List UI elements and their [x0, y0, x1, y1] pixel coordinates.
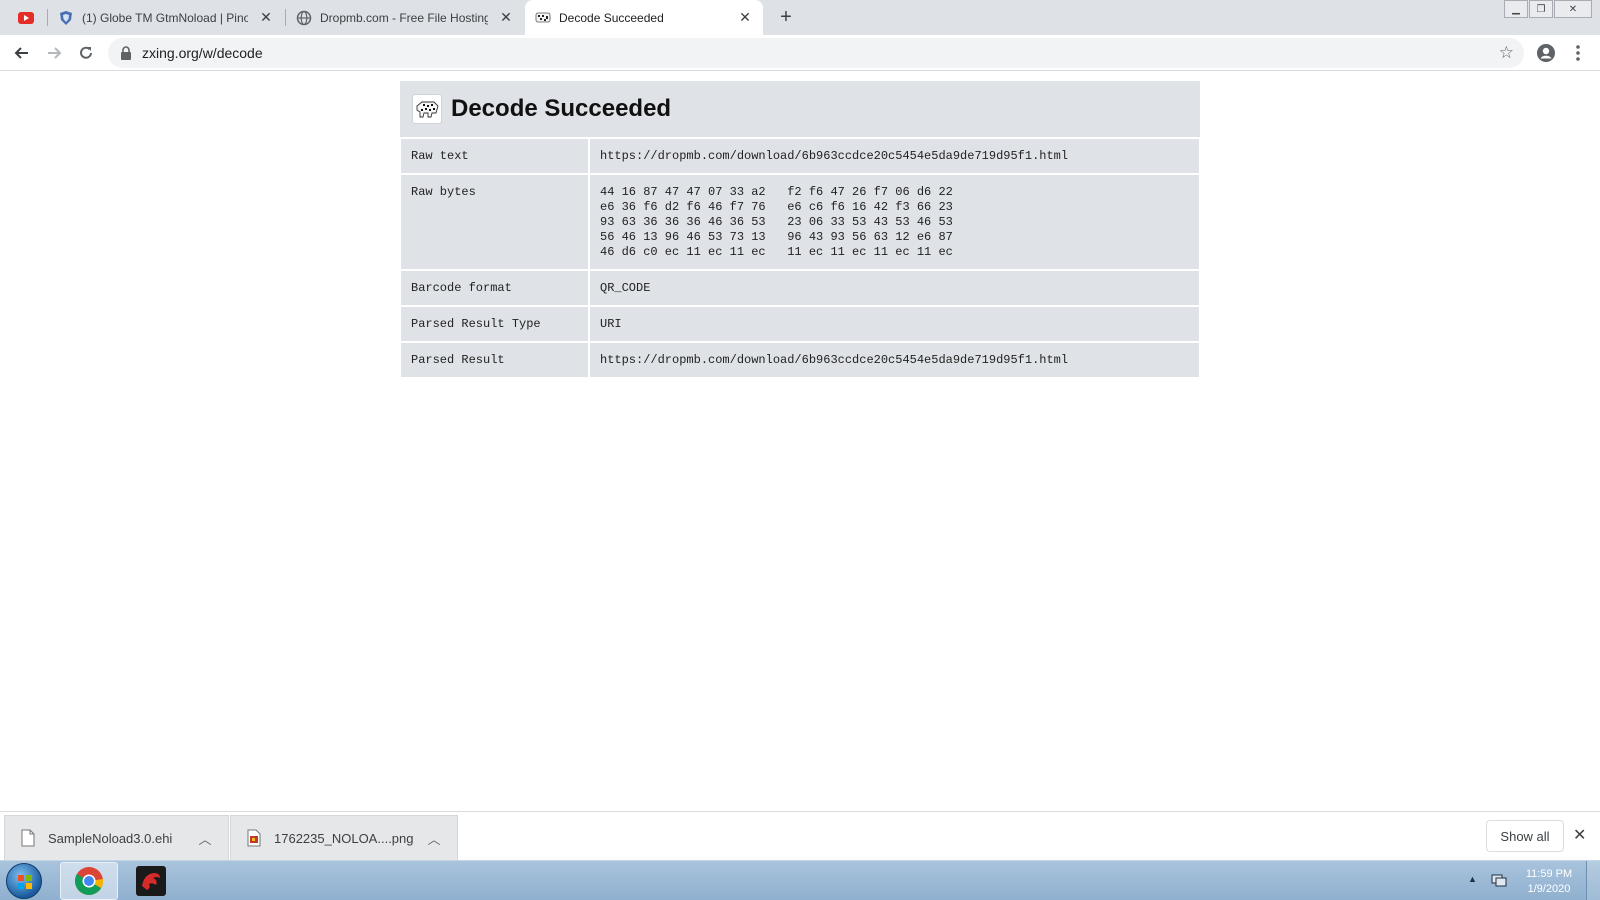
row-value: 44 16 87 47 47 07 33 a2 f2 f6 47 26 f7 0… — [590, 175, 1199, 269]
table-row: Raw bytes 44 16 87 47 47 07 33 a2 f2 f6 … — [401, 175, 1199, 269]
table-row: Raw text https://dropmb.com/download/6b9… — [401, 139, 1199, 173]
table-row: Parsed Result Type URI — [401, 307, 1199, 341]
tab-globe-tm[interactable]: (1) Globe TM GtmNoload | Pinoy ✕ — [48, 0, 284, 35]
row-label: Barcode format — [401, 271, 588, 305]
new-tab-button[interactable]: + — [775, 6, 797, 28]
download-item[interactable]: SampleNoload3.0.ehi ︿ — [4, 815, 229, 861]
windows-logo-icon — [18, 875, 32, 889]
close-shelf-icon[interactable]: ✕ — [1573, 825, 1586, 845]
forward-arrow-icon — [48, 47, 62, 59]
taskbar-chrome[interactable] — [60, 862, 118, 900]
tray-expand-icon[interactable]: ▲ — [1468, 874, 1477, 884]
windows-taskbar: ▲ 11:59 PM 1/9/2020 — [0, 860, 1600, 900]
row-label: Raw text — [401, 139, 588, 173]
row-value: https://dropmb.com/download/6b963ccdce20… — [590, 139, 1199, 173]
show-desktop-button[interactable] — [1586, 861, 1600, 900]
chevron-up-icon[interactable]: ︿ — [196, 829, 214, 848]
clock-time: 11:59 PM — [1525, 868, 1573, 880]
tab-title: (1) Globe TM GtmNoload | Pinoy — [82, 10, 248, 25]
reload-icon — [80, 46, 92, 59]
browser-toolbar: zxing.org/w/decode ☆ — [0, 35, 1600, 71]
profile-button[interactable] — [1534, 41, 1558, 65]
result-table: Raw text https://dropmb.com/download/6b9… — [399, 137, 1201, 379]
tab-title: Decode Succeeded — [559, 10, 664, 25]
bookmark-star-icon[interactable]: ☆ — [1499, 43, 1514, 63]
row-value: https://dropmb.com/download/6b963ccdce20… — [590, 343, 1199, 377]
menu-button[interactable] — [1566, 41, 1590, 65]
row-label: Parsed Result Type — [401, 307, 588, 341]
network-icon[interactable] — [1491, 872, 1507, 888]
restore-button[interactable]: ❐ — [1529, 0, 1553, 18]
tab-decode-succeeded[interactable]: Decode Succeeded ✕ — [525, 0, 763, 35]
row-value: QR_CODE — [590, 271, 1199, 305]
download-item[interactable]: 1762235_NOLOA....png ︿ — [230, 815, 458, 861]
raw-bytes-text: 44 16 87 47 47 07 33 a2 f2 f6 47 26 f7 0… — [600, 185, 953, 259]
chevron-up-icon[interactable]: ︿ — [425, 829, 443, 848]
file-icon — [21, 829, 35, 847]
row-label: Raw bytes — [401, 175, 588, 269]
address-bar[interactable]: zxing.org/w/decode ☆ — [108, 38, 1524, 68]
chrome-icon — [75, 867, 104, 895]
close-tab-icon[interactable]: ✕ — [498, 9, 514, 26]
youtube-icon — [18, 10, 34, 26]
row-label: Parsed Result — [401, 343, 588, 377]
tab-title: Dropmb.com - Free File Hosting — [320, 10, 488, 25]
back-arrow-icon — [14, 47, 28, 59]
page-title: Decode Succeeded — [451, 95, 672, 122]
decode-result-panel: Decode Succeeded Raw text https://dropmb… — [400, 81, 1200, 379]
image-file-icon — [247, 829, 261, 847]
globe-icon — [296, 10, 312, 26]
tab-youtube[interactable] — [8, 0, 46, 35]
row-value: URI — [590, 307, 1199, 341]
close-tab-icon[interactable]: ✕ — [258, 9, 274, 26]
url-text: zxing.org/w/decode — [142, 45, 263, 61]
tab-dropmb[interactable]: Dropmb.com - Free File Hosting ✕ — [286, 0, 524, 35]
result-header: Decode Succeeded — [400, 81, 1200, 137]
download-filename: SampleNoload3.0.ehi — [48, 830, 173, 846]
minimize-button[interactable]: ▁ — [1504, 0, 1528, 18]
start-button[interactable] — [6, 863, 42, 899]
window-close-button[interactable]: ✕ — [1554, 0, 1592, 18]
zxing-icon — [535, 10, 551, 26]
table-row: Barcode format QR_CODE — [401, 271, 1199, 305]
reload-button[interactable] — [74, 41, 98, 65]
show-all-button[interactable]: Show all — [1486, 820, 1564, 852]
zxing-logo-icon — [412, 94, 442, 124]
table-row: Parsed Result https://dropmb.com/downloa… — [401, 343, 1199, 377]
forward-button[interactable] — [42, 41, 66, 65]
shield-icon — [58, 10, 74, 26]
system-clock[interactable]: 11:59 PM 1/9/2020 — [1514, 867, 1584, 897]
taskbar-app-garena[interactable] — [122, 862, 180, 900]
dragon-app-icon — [136, 866, 166, 896]
tab-strip: (1) Globe TM GtmNoload | Pinoy ✕ Dropmb.… — [0, 0, 1600, 35]
lock-icon — [121, 46, 131, 60]
clock-date: 1/9/2020 — [1527, 883, 1571, 895]
back-button[interactable] — [10, 41, 34, 65]
download-shelf: SampleNoload3.0.ehi ︿ 1762235_NOLOA....p… — [0, 811, 1600, 861]
account-icon — [1537, 44, 1555, 62]
close-tab-icon[interactable]: ✕ — [737, 9, 753, 26]
kebab-menu-icon — [1576, 45, 1580, 61]
download-filename: 1762235_NOLOA....png — [274, 830, 414, 846]
